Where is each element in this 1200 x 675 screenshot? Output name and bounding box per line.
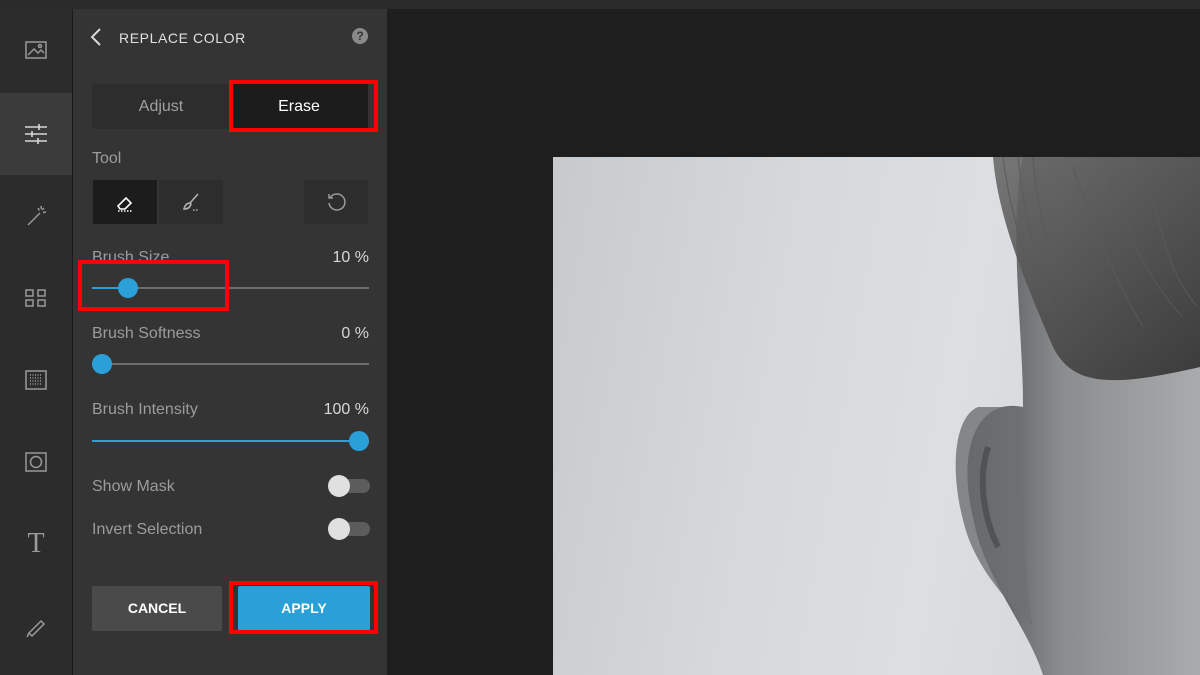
image-icon: [25, 41, 47, 59]
invert-selection-toggle[interactable]: [328, 518, 370, 540]
brush-softness-slider[interactable]: [92, 352, 369, 376]
grid-icon: [25, 289, 46, 307]
rail-text-button[interactable]: T: [0, 503, 72, 585]
panel-header: REPLACE COLOR ?: [73, 9, 387, 67]
brush-intensity-slider[interactable]: [92, 429, 369, 453]
reset-icon: [328, 193, 346, 211]
brush-intensity-label: Brush Intensity: [92, 401, 198, 418]
frame-icon: [25, 452, 47, 472]
tab-adjust[interactable]: Adjust: [92, 84, 230, 129]
brush-tool-button[interactable]: [159, 180, 223, 224]
show-mask-toggle[interactable]: [328, 475, 370, 497]
invert-selection-label: Invert Selection: [92, 521, 203, 538]
photo-preview: [553, 157, 1200, 675]
rail-frame-button[interactable]: [0, 421, 72, 503]
brush-softness-label: Brush Softness: [92, 325, 201, 342]
image-canvas[interactable]: [388, 9, 1200, 675]
chevron-left-icon: [90, 28, 101, 46]
slider-fill: [92, 440, 359, 442]
text-icon: T: [27, 528, 45, 559]
slider-thumb[interactable]: [349, 431, 369, 451]
eraser-icon: [116, 196, 133, 212]
cancel-button[interactable]: CANCEL: [92, 586, 222, 631]
brush-icon: [182, 193, 199, 211]
top-bar: [0, 0, 1200, 9]
brush-softness-value: 0 %: [341, 325, 369, 342]
brush-size-label: Brush Size: [92, 249, 170, 266]
toggle-knob: [328, 518, 350, 540]
brush-intensity-value: 100 %: [323, 401, 369, 418]
rail-adjust-button[interactable]: [0, 93, 72, 175]
eraser-tool-button[interactable]: [93, 180, 157, 224]
draw-icon: [26, 619, 46, 638]
apply-button[interactable]: APPLY: [238, 586, 370, 631]
tab-erase[interactable]: Erase: [230, 84, 368, 129]
brush-size-slider[interactable]: [92, 276, 369, 300]
replace-color-panel: REPLACE COLOR ? Adjust Erase Tool Brush …: [73, 9, 387, 675]
back-button[interactable]: [87, 26, 107, 48]
texture-icon: [25, 370, 47, 390]
rail-image-button[interactable]: [0, 9, 72, 91]
show-mask-label: Show Mask: [92, 478, 175, 495]
mode-tabs: Adjust Erase: [92, 84, 368, 129]
magic-wand-icon: [27, 205, 47, 226]
tool-rail: T: [0, 9, 73, 675]
rail-draw-button[interactable]: [0, 585, 72, 667]
rail-texture-button[interactable]: [0, 339, 72, 421]
rail-layout-button[interactable]: [0, 257, 72, 339]
slider-thumb[interactable]: [92, 354, 112, 374]
rail-effects-button[interactable]: [0, 175, 72, 257]
help-icon[interactable]: ?: [352, 28, 368, 44]
tool-label: Tool: [92, 150, 122, 167]
photo-subject: [955, 157, 1200, 675]
slider-track: [92, 363, 369, 365]
slider-thumb[interactable]: [117, 278, 138, 298]
reset-button[interactable]: [304, 180, 368, 224]
toggle-knob: [328, 475, 350, 497]
panel-title: REPLACE COLOR: [119, 30, 246, 46]
brush-size-value: 10 %: [332, 249, 369, 266]
sliders-icon: [25, 124, 47, 144]
